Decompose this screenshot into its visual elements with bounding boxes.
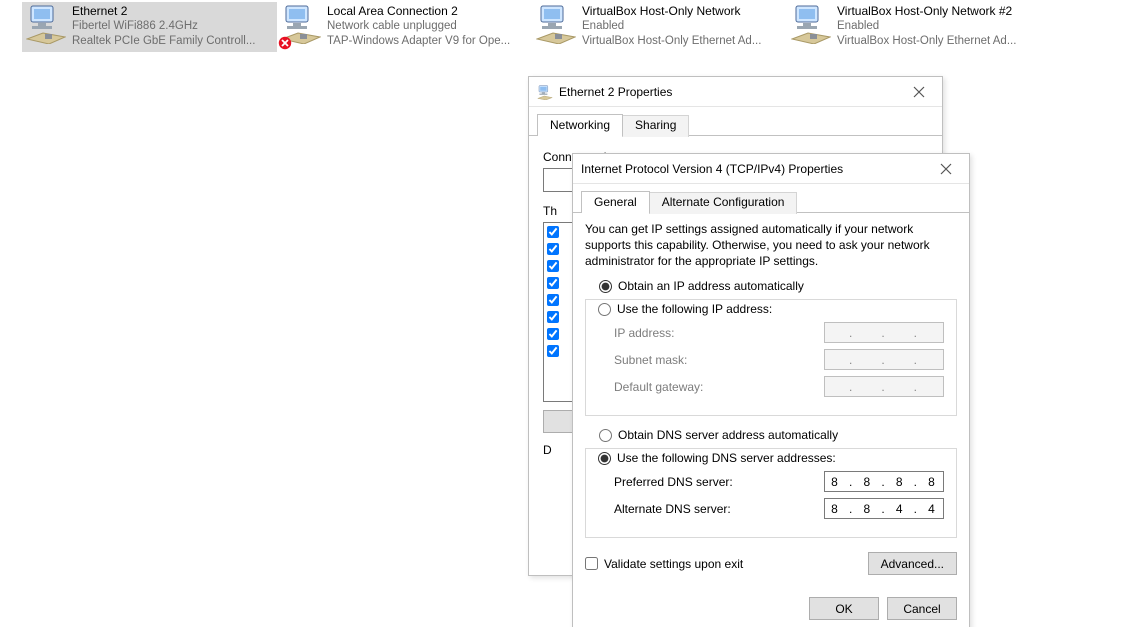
- ipv4-dialog-body: You can get IP settings assigned automat…: [573, 213, 969, 587]
- network-adapter-item[interactable]: VirtualBox Host-Only Network Enabled Vir…: [532, 2, 787, 52]
- dns-group: Use the following DNS server addresses: …: [585, 448, 957, 538]
- adapter-device: VirtualBox Host-Only Ethernet Ad...: [837, 34, 1016, 49]
- network-adapter-icon: [537, 84, 553, 100]
- network-adapter-item[interactable]: VirtualBox Host-Only Network #2 Enabled …: [787, 2, 1042, 52]
- default-gateway-label: Default gateway:: [614, 380, 824, 394]
- ethernet-dialog-titlebar[interactable]: Ethernet 2 Properties: [529, 77, 942, 107]
- item-checkbox[interactable]: [547, 345, 559, 357]
- adapter-device: VirtualBox Host-Only Ethernet Ad...: [582, 34, 761, 49]
- ipv4-tabs: General Alternate Configuration: [573, 184, 969, 213]
- tab-alternate-configuration[interactable]: Alternate Configuration: [649, 192, 798, 214]
- item-checkbox[interactable]: [547, 260, 559, 272]
- network-adapter-icon: [26, 4, 66, 47]
- subnet-mask-input: ...: [824, 349, 944, 370]
- ok-button[interactable]: OK: [809, 597, 879, 620]
- radio-use-dns[interactable]: [598, 452, 611, 465]
- close-button[interactable]: [927, 155, 965, 183]
- item-checkbox[interactable]: [547, 277, 559, 289]
- alternate-dns-input[interactable]: 8. 8. 4. 4: [824, 498, 944, 519]
- close-icon: [940, 163, 952, 175]
- radio-obtain-ip-auto[interactable]: [599, 280, 612, 293]
- ip-group: Use the following IP address: IP address…: [585, 299, 957, 416]
- network-adapter-item[interactable]: Ethernet 2 Fibertel WiFi886 2.4GHz Realt…: [22, 2, 277, 52]
- ip-address-label: IP address:: [614, 326, 824, 340]
- adapter-name: VirtualBox Host-Only Network: [582, 4, 761, 19]
- radio-obtain-dns-auto[interactable]: [599, 429, 612, 442]
- cancel-button[interactable]: Cancel: [887, 597, 957, 620]
- tab-sharing[interactable]: Sharing: [622, 115, 689, 137]
- adapter-status: Enabled: [582, 19, 761, 34]
- adapter-status: Fibertel WiFi886 2.4GHz: [72, 19, 255, 34]
- ipv4-dialog-titlebar[interactable]: Internet Protocol Version 4 (TCP/IPv4) P…: [573, 154, 969, 184]
- tab-networking[interactable]: Networking: [537, 114, 623, 136]
- default-gateway-input: ...: [824, 376, 944, 397]
- advanced-button[interactable]: Advanced...: [868, 552, 957, 575]
- item-checkbox[interactable]: [547, 226, 559, 238]
- item-checkbox[interactable]: [547, 311, 559, 323]
- close-icon: [913, 86, 925, 98]
- ethernet-tabs: Networking Sharing: [529, 107, 942, 136]
- ethernet-dialog-title: Ethernet 2 Properties: [559, 85, 672, 99]
- radio-use-dns-label: Use the following DNS server addresses:: [617, 451, 836, 465]
- close-button[interactable]: [900, 78, 938, 106]
- radio-obtain-ip-auto-label: Obtain an IP address automatically: [618, 279, 804, 293]
- radio-use-ip-label: Use the following IP address:: [617, 302, 772, 316]
- alternate-dns-label: Alternate DNS server:: [614, 502, 824, 516]
- tab-general[interactable]: General: [581, 191, 650, 213]
- subnet-mask-label: Subnet mask:: [614, 353, 824, 367]
- validate-settings-label: Validate settings upon exit: [604, 557, 743, 571]
- ipv4-intro-text: You can get IP settings assigned automat…: [585, 221, 957, 269]
- adapter-name: Local Area Connection 2: [327, 4, 510, 19]
- ipv4-dialog-title: Internet Protocol Version 4 (TCP/IPv4) P…: [581, 162, 843, 176]
- radio-obtain-dns-auto-label: Obtain DNS server address automatically: [618, 428, 838, 442]
- adapter-device: TAP-Windows Adapter V9 for Ope...: [327, 34, 510, 49]
- validate-settings-checkbox[interactable]: [585, 557, 598, 570]
- preferred-dns-label: Preferred DNS server:: [614, 475, 824, 489]
- preferred-dns-input[interactable]: 8. 8. 8. 8: [824, 471, 944, 492]
- adapter-device: Realtek PCIe GbE Family Controll...: [72, 34, 255, 49]
- adapter-name: Ethernet 2: [72, 4, 255, 19]
- ipv4-properties-dialog: Internet Protocol Version 4 (TCP/IPv4) P…: [572, 153, 970, 627]
- adapter-status: Enabled: [837, 19, 1016, 34]
- network-adapter-icon: [536, 4, 576, 47]
- adapter-name: VirtualBox Host-Only Network #2: [837, 4, 1016, 19]
- item-checkbox[interactable]: [547, 294, 559, 306]
- radio-use-ip[interactable]: [598, 303, 611, 316]
- network-adapter-icon: [791, 4, 831, 47]
- ip-address-input: ...: [824, 322, 944, 343]
- network-adapter-item[interactable]: Local Area Connection 2 Network cable un…: [277, 2, 532, 52]
- item-checkbox[interactable]: [547, 328, 559, 340]
- item-checkbox[interactable]: [547, 243, 559, 255]
- network-adapter-icon: [281, 4, 321, 47]
- ipv4-dialog-buttons: OK Cancel: [573, 587, 969, 627]
- adapter-status: Network cable unplugged: [327, 19, 510, 34]
- network-adapters-list: Ethernet 2 Fibertel WiFi886 2.4GHz Realt…: [0, 0, 1131, 52]
